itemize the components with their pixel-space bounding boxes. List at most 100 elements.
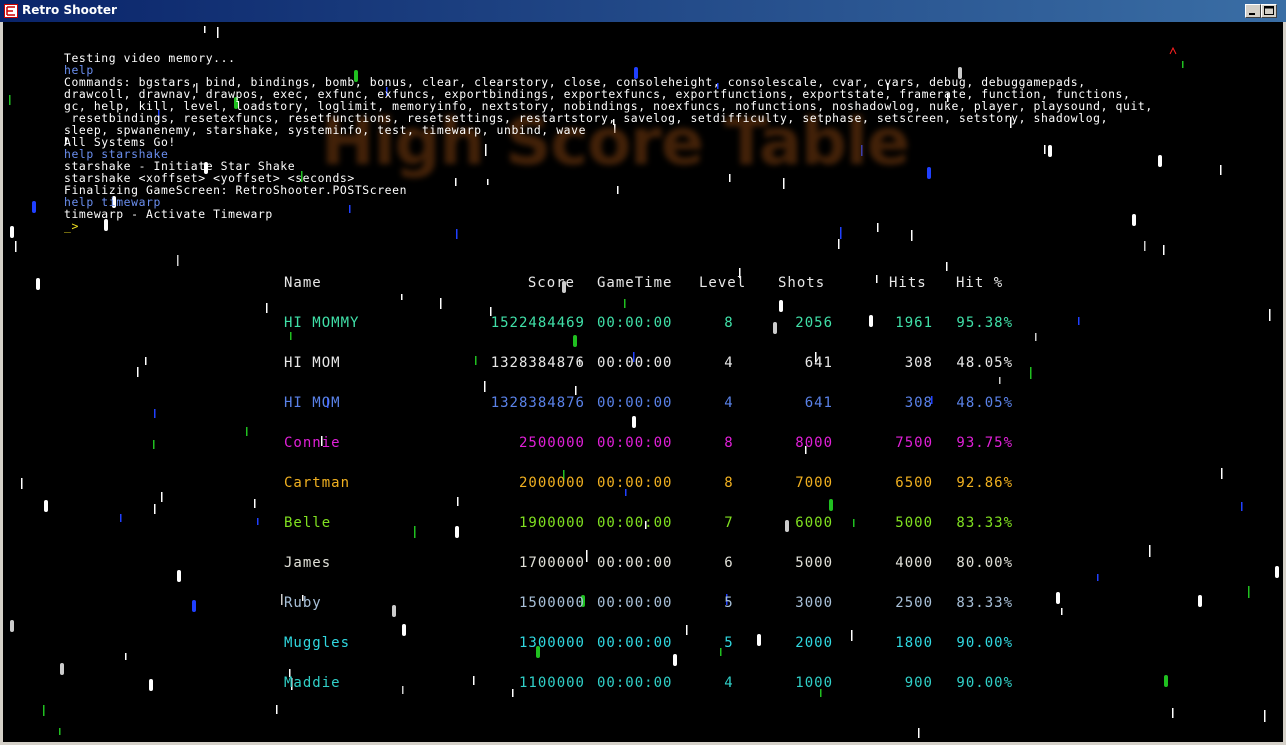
row-8-hits: 2500	[895, 595, 933, 611]
star	[15, 241, 17, 252]
row-10-name: Maddie	[284, 675, 341, 691]
row-6-level: 7	[724, 515, 734, 531]
debug-console[interactable]: Testing video memory... help Commands: bgs…	[64, 52, 1264, 232]
row-7-score: 1700000	[518, 555, 585, 571]
row-4-shots: 8000	[795, 435, 833, 451]
row-9-hitpct: 90.00%	[956, 635, 1013, 651]
header-gametime: GameTime	[597, 275, 673, 291]
star	[853, 519, 855, 527]
app-window: Retro Shooter High Score Table Testing v…	[0, 0, 1286, 745]
row-9-level: 5	[724, 635, 734, 651]
minimize-icon	[1249, 13, 1255, 15]
row-7-hits: 4000	[895, 555, 933, 571]
star	[290, 332, 292, 340]
row-4-hitpct: 93.75%	[956, 435, 1013, 451]
header-score: Score	[527, 275, 575, 291]
star	[457, 497, 459, 506]
maximize-button[interactable]	[1261, 4, 1277, 18]
star	[624, 299, 626, 308]
star	[402, 624, 406, 636]
star	[1061, 608, 1063, 615]
star	[137, 367, 139, 377]
star	[1248, 586, 1250, 598]
row-4-name: Connie	[284, 435, 341, 451]
row-10-hits: 900	[904, 675, 933, 691]
star	[851, 630, 853, 641]
row-8-hitpct: 83.33%	[956, 595, 1013, 611]
star	[120, 514, 122, 522]
star	[1198, 595, 1202, 607]
row-6-score: 1900000	[518, 515, 585, 531]
star	[414, 526, 416, 538]
star	[757, 634, 761, 646]
star	[573, 335, 577, 347]
header-hit-percent: Hit %	[956, 275, 1004, 291]
star	[192, 600, 196, 612]
star	[829, 499, 833, 511]
row-2-gametime: 00:00:00	[597, 355, 673, 371]
star	[125, 653, 127, 660]
row-3-name: HI MOM	[284, 395, 341, 411]
row-1-hits: 1961	[895, 315, 933, 331]
row-3-score: 1328384876	[490, 395, 585, 411]
row-4-score: 2500000	[518, 435, 585, 451]
row-2-hitpct: 48.05%	[956, 355, 1013, 371]
star	[999, 377, 1001, 384]
star	[1097, 574, 1099, 581]
app-icon	[4, 4, 18, 18]
row-7-gametime: 00:00:00	[597, 555, 673, 571]
row-10-hitpct: 90.00%	[956, 675, 1013, 691]
header-level: Level	[699, 275, 747, 291]
star	[1241, 502, 1243, 511]
row-5-name: Cartman	[284, 475, 351, 491]
star	[1164, 675, 1168, 687]
console-output-line: Finalizing GameScreen: RetroShooter.POST…	[64, 183, 408, 197]
star	[254, 499, 256, 508]
star	[586, 550, 588, 562]
maximize-icon	[1264, 6, 1274, 15]
row-4-hits: 7500	[895, 435, 933, 451]
game-screen[interactable]: High Score Table Testing video memory...…	[3, 22, 1283, 742]
row-1-gametime: 00:00:00	[597, 315, 673, 331]
row-5-gametime: 00:00:00	[597, 475, 673, 491]
star	[632, 416, 636, 428]
star	[440, 298, 442, 309]
row-10-level: 4	[724, 675, 734, 691]
star	[43, 705, 45, 716]
star	[1030, 367, 1032, 379]
row-3-hits: 308	[904, 395, 933, 411]
star	[1163, 245, 1165, 255]
row-3-level: 4	[724, 395, 734, 411]
star	[1078, 317, 1080, 325]
row-5-hits: 6500	[895, 475, 933, 491]
row-7-level: 6	[724, 555, 734, 571]
row-3-gametime: 00:00:00	[597, 395, 673, 411]
star	[44, 500, 48, 512]
row-2-level: 4	[724, 355, 734, 371]
row-8-level: 5	[724, 595, 734, 611]
console-output-line: Testing video memory...	[64, 51, 236, 65]
star	[149, 679, 153, 691]
star	[153, 440, 155, 449]
star	[204, 26, 206, 33]
row-1-score: 1522484469	[490, 315, 585, 331]
row-2-score: 1328384876	[490, 355, 585, 371]
row-7-name: James	[284, 555, 332, 571]
row-6-shots: 6000	[795, 515, 833, 531]
minimize-button[interactable]	[1245, 4, 1261, 18]
star	[154, 409, 156, 418]
row-1-level: 8	[724, 315, 734, 331]
console-prompt: _>	[64, 219, 79, 233]
star	[1269, 309, 1271, 321]
title-bar[interactable]: Retro Shooter	[0, 0, 1286, 22]
star	[281, 594, 283, 605]
star	[946, 262, 948, 271]
star	[401, 294, 403, 300]
row-9-hits: 1800	[895, 635, 933, 651]
star	[217, 27, 219, 38]
row-1-hitpct: 95.38%	[956, 315, 1013, 331]
star	[145, 357, 147, 365]
star	[276, 705, 278, 714]
row-4-level: 8	[724, 435, 734, 451]
star	[59, 728, 61, 735]
